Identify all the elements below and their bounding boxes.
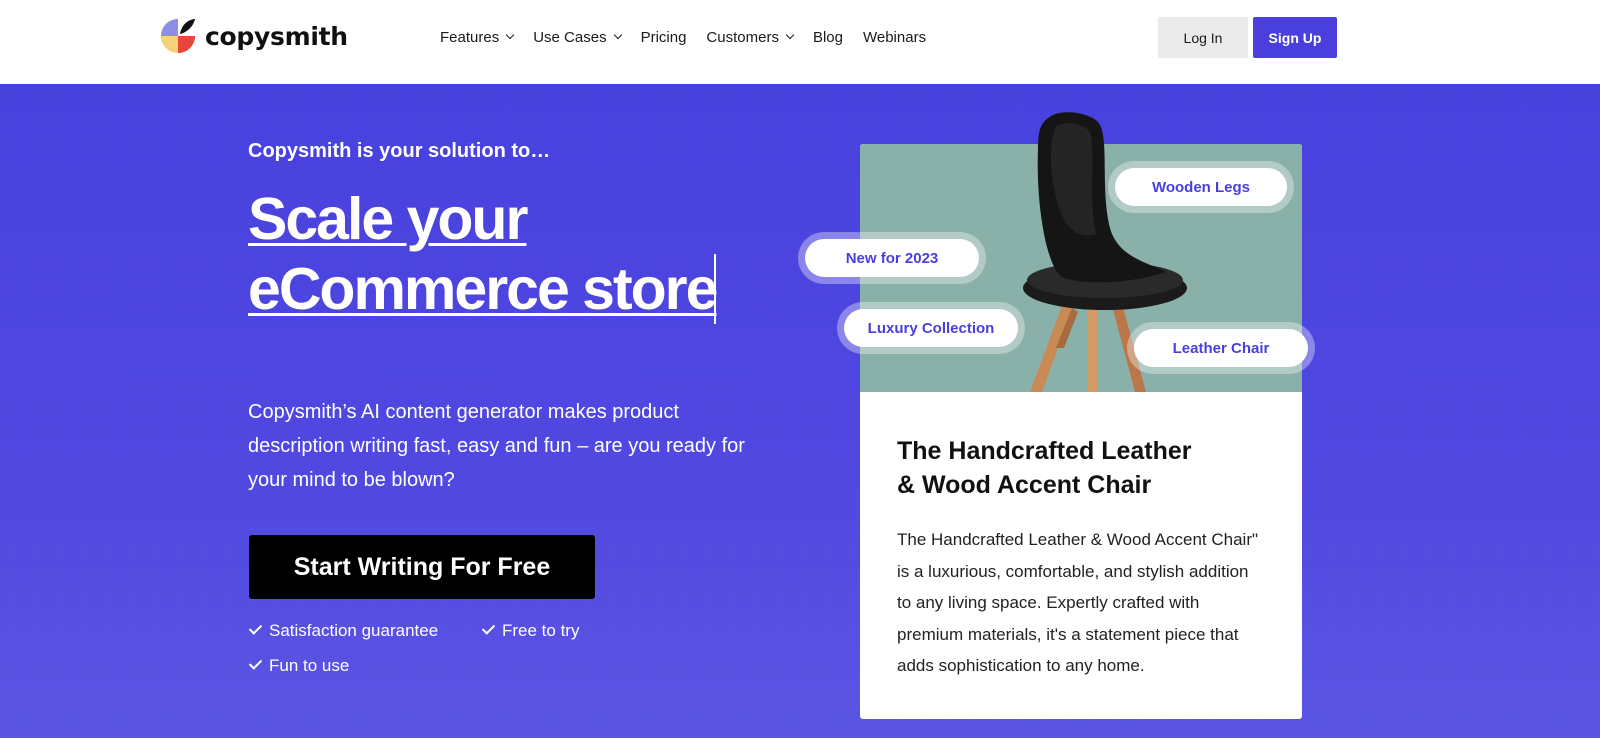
product-image: Wooden Legs New for 2023 Luxury Collecti… bbox=[798, 112, 1315, 392]
check-label: Fun to use bbox=[269, 656, 350, 675]
hero-intro: Copysmith is your solution to… bbox=[248, 140, 551, 162]
check-label: Free to try bbox=[502, 621, 580, 640]
product-card: Wooden Legs New for 2023 Luxury Collecti… bbox=[798, 112, 1315, 719]
nav-use-cases-label: Use Cases bbox=[533, 28, 607, 46]
tag-luxury-collection: Luxury Collection bbox=[837, 302, 1025, 354]
login-button[interactable]: Log In bbox=[1158, 17, 1248, 58]
chevron-down-icon bbox=[785, 30, 795, 40]
tag-new-for-2023: New for 2023 bbox=[798, 232, 986, 284]
nav-customers-label: Customers bbox=[706, 28, 779, 46]
product-title-line-1: The Handcrafted Leather bbox=[897, 437, 1192, 465]
tag-label: Leather Chair bbox=[1134, 329, 1308, 367]
logo-text: copysmith bbox=[205, 21, 348, 51]
tag-leather-chair: Leather Chair bbox=[1127, 322, 1315, 374]
check-item-free: Free to try bbox=[481, 621, 579, 641]
nav-blog[interactable]: Blog bbox=[813, 27, 843, 47]
hero-section: Copysmith is your solution to… Scale you… bbox=[0, 84, 1600, 738]
chevron-down-icon bbox=[613, 30, 622, 40]
nav-customers[interactable]: Customers bbox=[706, 27, 795, 47]
nav-webinars[interactable]: Webinars bbox=[863, 27, 926, 47]
main-nav: Features Use Cases Pricing Customers Blo… bbox=[440, 27, 946, 47]
chevron-down-icon bbox=[505, 30, 515, 40]
copysmith-logo-icon bbox=[160, 18, 196, 54]
hero-description: Copysmith’s AI content generator makes p… bbox=[248, 401, 745, 491]
nav-blog-label: Blog bbox=[812, 28, 843, 46]
hero-background-pattern bbox=[0, 84, 1600, 738]
tag-label: Wooden Legs bbox=[1115, 168, 1287, 206]
checkmark-icon bbox=[248, 621, 263, 635]
nav-use-cases[interactable]: Use Cases bbox=[533, 27, 622, 47]
check-label: Satisfaction guarantee bbox=[269, 621, 439, 640]
tag-label: Luxury Collection bbox=[844, 309, 1018, 347]
check-item-satisfaction: Satisfaction guarantee bbox=[248, 621, 438, 641]
nav-features-label: Features bbox=[440, 28, 500, 46]
product-description: The Handcrafted Leather & Wood Accent Ch… bbox=[897, 530, 1259, 675]
nav-pricing-label: Pricing bbox=[640, 28, 687, 46]
tag-label: New for 2023 bbox=[805, 239, 979, 277]
typing-caret bbox=[714, 254, 716, 324]
nav-webinars-label: Webinars bbox=[862, 28, 927, 46]
product-title-line-2: & Wood Accent Chair bbox=[897, 471, 1152, 499]
nav-features[interactable]: Features bbox=[440, 27, 515, 47]
headline-line-2: eCommerce store bbox=[248, 256, 718, 322]
headline-line-1: Scale your bbox=[248, 186, 528, 252]
nav-pricing[interactable]: Pricing bbox=[641, 27, 687, 47]
signup-button[interactable]: Sign Up bbox=[1253, 17, 1337, 58]
hero-headline: Scale your eCommerce store bbox=[248, 184, 728, 324]
check-item-fun: Fun to use bbox=[248, 656, 349, 676]
logo[interactable]: copysmith bbox=[159, 17, 348, 55]
start-writing-button[interactable]: Start Writing For Free bbox=[249, 535, 595, 599]
checkmark-icon bbox=[481, 621, 496, 635]
checkmark-icon bbox=[248, 656, 263, 670]
site-header: copysmith Features Use Cases Pricing Cus… bbox=[0, 0, 1600, 84]
product-title: The Handcrafted Leather & Wood Accent Ch… bbox=[897, 434, 1257, 502]
tag-wooden-legs: Wooden Legs bbox=[1108, 161, 1294, 213]
